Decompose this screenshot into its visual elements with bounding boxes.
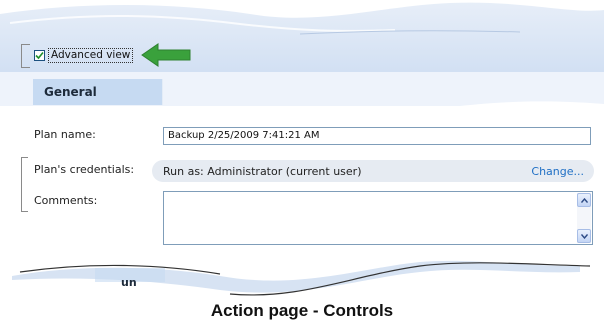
credentials-bracket xyxy=(21,157,28,212)
scroll-down-icon xyxy=(580,233,588,239)
advanced-view-label[interactable]: Advanced view xyxy=(48,47,134,63)
credentials-value: Run as: Administrator (current user) xyxy=(163,164,362,178)
advanced-view-toggle[interactable]: Advanced view xyxy=(34,47,134,63)
advanced-view-bracket xyxy=(21,44,30,68)
comments-label: Comments: xyxy=(34,194,98,207)
advanced-view-checkbox[interactable] xyxy=(34,49,45,61)
comments-textarea[interactable] xyxy=(163,191,593,245)
scroll-up-icon xyxy=(580,197,588,203)
plan-name-input[interactable]: Backup 2/25/2009 7:41:21 AM xyxy=(163,127,591,145)
tab-general[interactable]: General xyxy=(33,79,163,105)
figure-caption: Action page - Controls xyxy=(210,301,394,320)
checkmark-icon xyxy=(35,51,44,59)
plan-name-label: Plan name: xyxy=(34,128,96,141)
credentials-bar: Run as: Administrator (current user) Cha… xyxy=(152,160,594,182)
partial-tab-label: un xyxy=(121,276,137,289)
tab-general-label: General xyxy=(44,85,97,99)
credentials-label: Plan's credentials: xyxy=(34,163,135,176)
change-credentials-link[interactable]: Change... xyxy=(531,165,584,178)
comments-scrollbar[interactable] xyxy=(577,193,591,243)
scroll-down-button[interactable] xyxy=(577,229,591,243)
scroll-up-button[interactable] xyxy=(577,193,591,207)
